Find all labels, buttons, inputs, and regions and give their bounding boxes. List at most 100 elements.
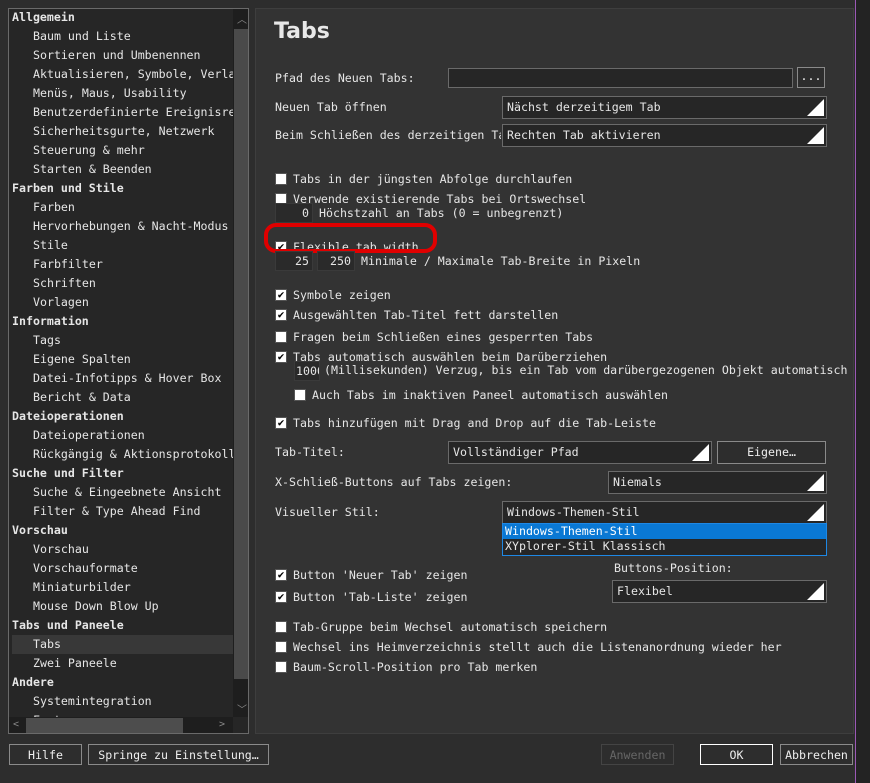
cycle-label[interactable]: Tabs in der jüngsten Abfolge durchlaufen — [293, 171, 572, 187]
dropdown-icon — [807, 504, 824, 521]
tree-item[interactable]: Mouse Down Blow Up — [12, 597, 234, 616]
settings-tree[interactable]: Allgemein Baum und Liste Sortieren und Umb… — [8, 8, 249, 734]
ask-label[interactable]: Fragen beim Schließen eines gesperrten T… — [293, 329, 593, 345]
tab-title-select[interactable]: Vollständiger Pfad — [448, 441, 712, 464]
tree-vertical-scrollbar[interactable]: ︿ ﹀ — [233, 9, 248, 717]
tree-item[interactable]: Miniaturbilder — [12, 578, 234, 597]
scroll-left-icon[interactable]: < — [13, 719, 19, 730]
style-option[interactable]: Windows-Themen-Stil — [503, 524, 826, 539]
tree-item[interactable]: Menüs, Maus, Usability — [12, 84, 234, 103]
tree-item[interactable]: Tabs — [12, 635, 234, 654]
scroll-up-icon[interactable]: ︿ — [237, 11, 247, 26]
group-checkbox[interactable] — [275, 621, 287, 633]
newtab-checkbox[interactable]: ✔ — [275, 569, 287, 581]
tree-item[interactable]: Steuerung & mehr — [12, 141, 234, 160]
tree-item[interactable]: Eigene Spalten — [12, 350, 234, 369]
scroll-thumb[interactable] — [26, 718, 183, 733]
scroll-checkbox[interactable] — [275, 661, 287, 673]
delay-input[interactable]: 1000 — [294, 361, 320, 381]
tree-item[interactable]: Sicherheitsgurte, Netzwerk — [12, 122, 234, 141]
dropdown-icon — [807, 99, 824, 116]
max-width-input[interactable]: 250 — [317, 251, 355, 271]
tree-item[interactable]: Vorschau — [12, 540, 234, 559]
apply-button[interactable]: Anwenden — [601, 744, 674, 765]
tree-item[interactable]: Benutzerdefinierte Ereignisreaktionen — [12, 103, 234, 122]
newtab-label[interactable]: Button 'Neuer Tab' zeigen — [293, 567, 468, 583]
tree-item[interactable]: Starten & Beenden — [12, 160, 234, 179]
xclose-select[interactable]: Niemals — [608, 471, 827, 494]
dnd-checkbox[interactable]: ✔ — [275, 417, 287, 429]
delay-label: (Millisekunden) Verzug, bis ein Tab vom … — [324, 363, 854, 377]
cancel-button[interactable]: Abbrechen — [780, 744, 853, 765]
tree-item[interactable]: Systemintegration — [12, 692, 234, 711]
tree-group[interactable]: Allgemein — [12, 9, 234, 27]
tree-item[interactable]: Stile — [12, 236, 234, 255]
auto-checkbox[interactable]: ✔ — [275, 351, 287, 363]
home-checkbox[interactable] — [275, 641, 287, 653]
icons-label[interactable]: Symbole zeigen — [293, 287, 391, 303]
tree-item[interactable]: Farben — [12, 198, 234, 217]
jump-to-setting-button[interactable]: Springe zu Einstellung… — [88, 744, 269, 765]
open-select[interactable]: Nächst derzeitigem Tab — [502, 96, 827, 119]
tree-item[interactable]: Rückgängig & Aktionsprotokoll — [12, 445, 234, 464]
open-label: Neuen Tab öffnen — [275, 100, 387, 114]
tree-item[interactable]: Bericht & Data — [12, 388, 234, 407]
close-select[interactable]: Rechten Tab aktivieren — [502, 124, 827, 147]
tree-item[interactable]: Zwei Paneele — [12, 654, 234, 673]
tree-item[interactable]: Dateioperationen — [12, 426, 234, 445]
scroll-thumb[interactable] — [234, 29, 248, 679]
tablist-checkbox[interactable]: ✔ — [275, 591, 287, 603]
inactive-checkbox[interactable] — [294, 389, 306, 401]
tree-group[interactable]: Dateioperationen — [12, 407, 234, 426]
style-dropdown-list[interactable]: Windows-Themen-Stil XYplorer-Stil Klassi… — [502, 523, 827, 556]
bold-checkbox[interactable]: ✔ — [275, 309, 287, 321]
buttons-position-label: Buttons-Position: — [614, 561, 733, 575]
scroll-right-icon[interactable]: > — [219, 719, 225, 730]
tree-group[interactable]: Andere — [12, 673, 234, 692]
ok-button[interactable]: OK — [700, 744, 773, 765]
tree-item[interactable]: Suche & Eingeebnete Ansicht — [12, 483, 234, 502]
tree-group[interactable]: Suche und Filter — [12, 464, 234, 483]
tree-group[interactable]: Vorschau — [12, 521, 234, 540]
scroll-down-icon[interactable]: ﹀ — [237, 701, 247, 716]
custom-button[interactable]: Eigene… — [717, 441, 826, 464]
tree-group[interactable]: Tabs und Paneele — [12, 616, 234, 635]
dropdown-icon — [692, 444, 709, 461]
inactive-label[interactable]: Auch Tabs im inaktiven Paneel automatisc… — [312, 387, 668, 403]
bold-label[interactable]: Ausgewählten Tab-Titel fett darstellen — [293, 307, 558, 323]
tree-item[interactable]: Schriften — [12, 274, 234, 293]
tree-group[interactable]: Farben und Stile — [12, 179, 234, 198]
tree-item[interactable]: Sortieren und Umbenennen — [12, 46, 234, 65]
help-button[interactable]: Hilfe — [9, 744, 82, 765]
home-label[interactable]: Wechsel ins Heimverzeichnis stellt auch … — [293, 639, 782, 655]
close-value: Rechten Tab aktivieren — [507, 128, 661, 142]
style-select[interactable]: Windows-Themen-Stil — [502, 501, 827, 524]
tree-item[interactable]: Baum und Liste — [12, 27, 234, 46]
page-title: Tabs — [274, 19, 330, 44]
scroll-label[interactable]: Baum-Scroll-Position pro Tab merken — [293, 659, 537, 675]
tree-horizontal-scrollbar[interactable]: < > — [9, 717, 233, 733]
ask-checkbox[interactable] — [275, 331, 287, 343]
xclose-value: Niemals — [613, 475, 662, 489]
path-input[interactable] — [448, 68, 793, 88]
buttons-position-select[interactable]: Flexibel — [612, 580, 827, 603]
style-option[interactable]: XYplorer-Stil Klassisch — [503, 539, 826, 554]
tree-item[interactable]: Aktualisieren, Symbole, Verlauf — [12, 65, 234, 84]
tree-item[interactable]: Tags — [12, 331, 234, 350]
tree-item[interactable]: Hervorhebungen & Nacht-Modus — [12, 217, 234, 236]
tree-item[interactable]: Vorschauformate — [12, 559, 234, 578]
browse-button[interactable]: ... — [797, 67, 825, 88]
tree-item[interactable]: Datei-Infotipps & Hover Box — [12, 369, 234, 388]
icons-checkbox[interactable]: ✔ — [275, 289, 287, 301]
max-tabs-input[interactable]: 0 — [275, 203, 313, 223]
cycle-checkbox[interactable] — [275, 173, 287, 185]
tree-item[interactable]: Vorlagen — [12, 293, 234, 312]
dnd-label[interactable]: Tabs hinzufügen mit Drag and Drop auf di… — [293, 415, 656, 431]
group-label[interactable]: Tab-Gruppe beim Wechsel automatisch spei… — [293, 619, 607, 635]
tree-item[interactable]: Filter & Type Ahead Find — [12, 502, 234, 521]
style-label: Visueller Stil: — [275, 505, 380, 519]
tablist-label[interactable]: Button 'Tab-Liste' zeigen — [293, 589, 468, 605]
tree-group[interactable]: Information — [12, 312, 234, 331]
min-width-input[interactable]: 25 — [275, 251, 313, 271]
tree-item[interactable]: Farbfilter — [12, 255, 234, 274]
